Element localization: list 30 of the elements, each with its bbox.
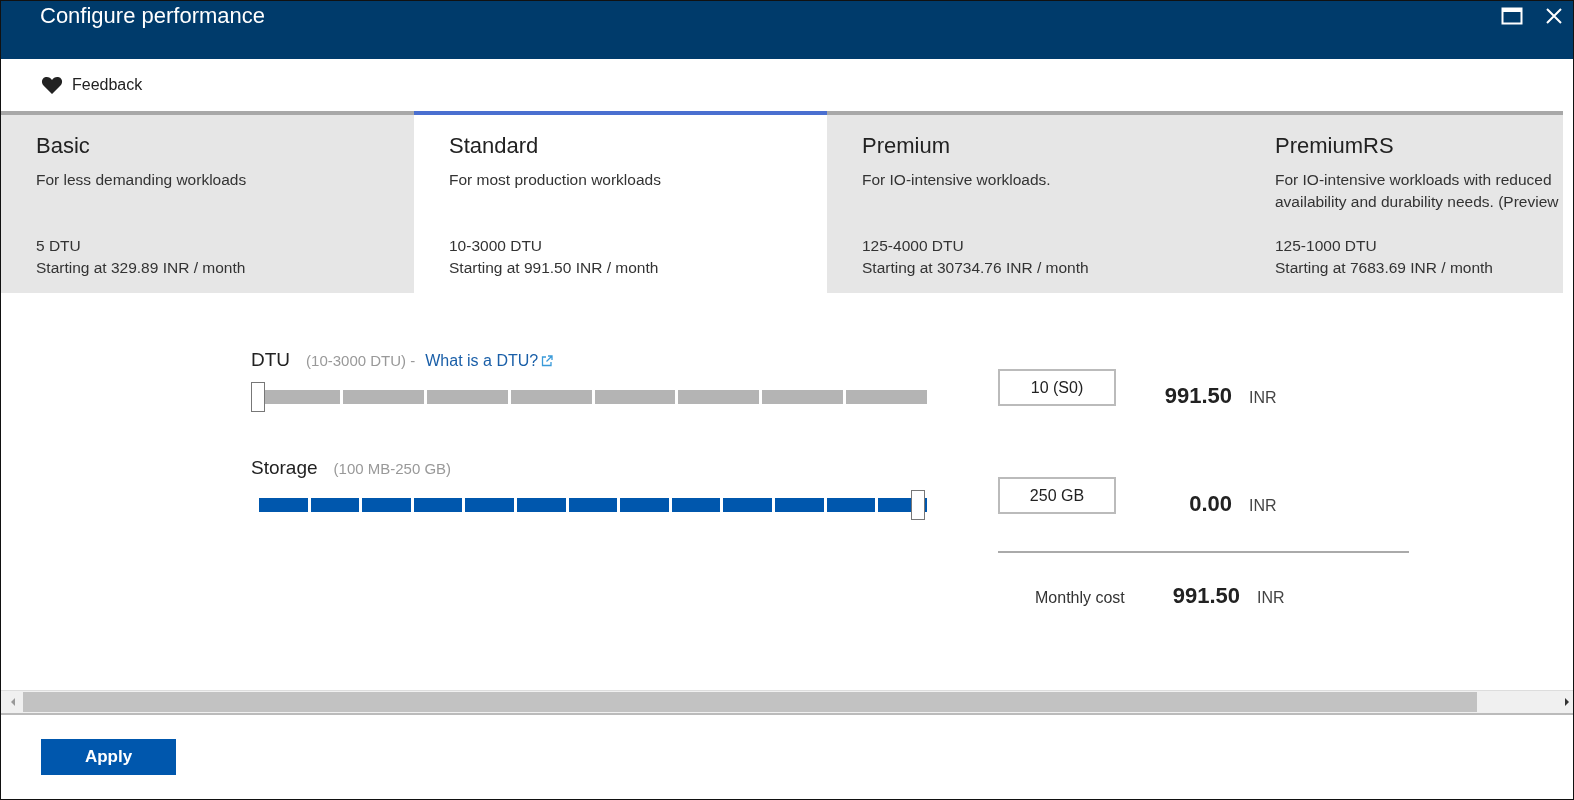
slider-label: Storage	[251, 457, 318, 479]
help-link[interactable]: What is a DTU?	[425, 352, 554, 370]
value-field[interactable]: 250 GB	[998, 477, 1116, 514]
cost-amount: 991.50	[1163, 383, 1232, 409]
tier-tab[interactable]: Basic For less demanding workloads 5 DTU Starting at 329.89 INR / month	[1, 111, 414, 293]
currency-label: INR	[1257, 589, 1285, 607]
slider-thumb[interactable]	[251, 382, 265, 412]
maximize-icon[interactable]	[1501, 7, 1523, 25]
horizontal-scrollbar[interactable]	[1, 690, 1573, 715]
tier-tab[interactable]: Premium For IO-intensive workloads. 125-4000 DTU Starting at 30734.76 INR / month	[827, 111, 1240, 293]
scroll-right-icon[interactable]	[1563, 697, 1571, 707]
slider-track[interactable]	[251, 381, 927, 413]
window-title: Configure performance	[40, 3, 265, 29]
apply-button[interactable]: Apply	[41, 739, 176, 775]
total-cost-amount: 991.50	[1171, 583, 1240, 609]
close-icon[interactable]	[1545, 7, 1563, 25]
feedback-button[interactable]: Feedback	[41, 75, 143, 95]
range-hint: (10-3000 DTU) -	[306, 352, 416, 369]
range-hint: (100 MB-250 GB)	[333, 460, 452, 477]
slider-thumb[interactable]	[911, 490, 925, 520]
heart-icon	[41, 75, 63, 95]
slider-label: DTU	[251, 349, 291, 371]
currency-label: INR	[1249, 497, 1277, 515]
value-field[interactable]: 10 (S0)	[998, 369, 1116, 406]
cost-amount: 0.00	[1188, 491, 1232, 517]
currency-label: INR	[1249, 389, 1277, 407]
monthly-cost-label: Monthly cost	[1035, 589, 1126, 607]
scroll-left-icon[interactable]	[9, 697, 17, 707]
tier-tab[interactable]: PremiumRS For IO-intensive workloads with reduced availability and durability needs. (Preview 125-1000 DTU Starting at 7683.69 INR / month	[1240, 111, 1563, 293]
external-link-icon	[541, 355, 554, 367]
